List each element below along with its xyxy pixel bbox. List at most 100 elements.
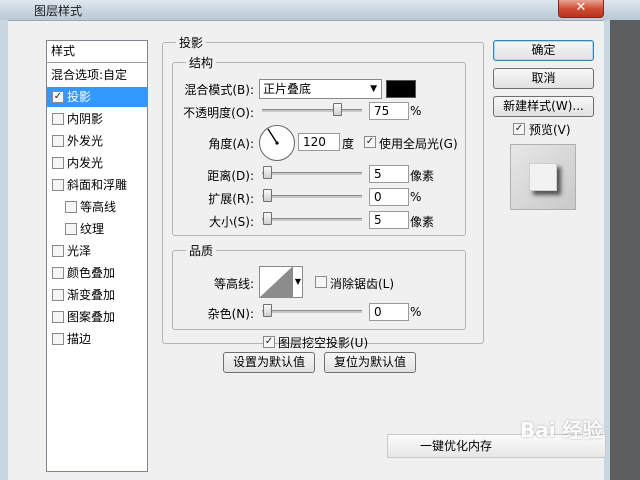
style-item-label: 描边	[67, 332, 92, 346]
opacity-unit: %	[410, 104, 422, 118]
style-item-label: 投影	[67, 90, 92, 104]
size-input[interactable]: 5	[369, 211, 409, 229]
style-checkbox-inner-shadow[interactable]	[52, 112, 64, 125]
style-checkbox-inner-glow[interactable]	[52, 156, 64, 169]
style-item-pattern-overlay[interactable]: 图案叠加	[47, 307, 147, 327]
style-item-label: 纹理	[80, 222, 105, 236]
angle-dial-icon	[267, 128, 279, 145]
distance-input[interactable]: 5	[369, 165, 409, 183]
style-checkbox-texture[interactable]	[65, 222, 77, 235]
style-item-label: 斜面和浮雕	[67, 178, 128, 192]
style-checkbox-satin[interactable]	[52, 244, 64, 257]
drop-shadow-title: 投影	[176, 34, 207, 51]
close-button[interactable]: ✕	[558, 0, 604, 18]
noise-unit: %	[410, 305, 422, 319]
style-checkbox-gradient-overlay[interactable]	[52, 288, 64, 301]
blend-mode-value: 正片叠底	[263, 82, 312, 96]
style-list-header: 样式	[47, 41, 147, 63]
distance-unit: 像素	[410, 169, 435, 183]
style-item-label: 外发光	[67, 134, 104, 148]
watermark-logo: Bai 经验	[520, 418, 603, 442]
global-light-checkbox[interactable]	[364, 136, 376, 148]
spread-unit: %	[410, 190, 422, 204]
antialias-label: 消除锯齿(L)	[330, 277, 395, 291]
style-item-inner-shadow[interactable]: 内阴影	[47, 109, 147, 129]
size-unit: 像素	[410, 215, 435, 229]
style-item-gradient-overlay[interactable]: 渐变叠加	[47, 285, 147, 305]
contour-label: 等高线:	[213, 277, 254, 291]
style-item-label: 内阴影	[67, 112, 104, 126]
global-light-label: 使用全局光(G)	[379, 137, 458, 151]
window-title: 图层样式	[34, 4, 83, 18]
style-item-outer-glow[interactable]: 外发光	[47, 131, 147, 151]
style-checkbox-pattern-overlay[interactable]	[52, 310, 64, 323]
style-item-drop-shadow[interactable]: 投影	[47, 87, 147, 107]
noise-slider-handle[interactable]	[263, 304, 272, 317]
angle-dial[interactable]	[259, 125, 295, 161]
style-item-color-overlay[interactable]: 颜色叠加	[47, 263, 147, 283]
preview-checkbox[interactable]	[513, 123, 525, 135]
reset-default-button[interactable]: 复位为默认值	[324, 352, 416, 373]
style-item-contour[interactable]: 等高线	[47, 197, 147, 217]
blend-mode-select[interactable]: 正片叠底 ▼	[259, 79, 382, 99]
opacity-label: 不透明度(O):	[183, 106, 254, 120]
style-item-inner-glow[interactable]: 内发光	[47, 153, 147, 173]
style-checkbox-drop-shadow[interactable]	[52, 90, 64, 103]
structure-title: 结构	[186, 54, 217, 71]
contour-picker[interactable]: ▼	[259, 266, 303, 298]
style-item-blending-options[interactable]: 混合选项:自定	[47, 65, 147, 85]
style-preview	[510, 144, 576, 210]
noise-label: 杂色(N):	[207, 307, 254, 321]
spread-slider-handle[interactable]	[263, 189, 272, 202]
style-list: 样式 混合选项:自定 投影 内阴影 外发光 内发光 斜面和浮雕 等高线 纹理 光…	[46, 40, 148, 472]
distance-label: 距离(D):	[207, 169, 254, 183]
style-checkbox-outer-glow[interactable]	[52, 134, 64, 147]
new-style-button[interactable]: 新建样式(W)...	[493, 96, 594, 117]
contour-curve-icon	[260, 267, 292, 297]
style-item-label: 内发光	[67, 156, 104, 170]
distance-slider-track[interactable]	[262, 172, 362, 175]
blend-mode-label: 混合模式(B):	[184, 83, 254, 97]
opacity-input[interactable]: 75	[369, 102, 409, 120]
opacity-slider-track[interactable]	[262, 109, 362, 112]
style-checkbox-color-overlay[interactable]	[52, 266, 64, 279]
angle-unit: 度	[342, 137, 355, 151]
title-bar: 图层样式 ✕	[0, 0, 640, 21]
style-item-satin[interactable]: 光泽	[47, 241, 147, 261]
style-item-label: 等高线	[80, 200, 117, 214]
style-item-label: 渐变叠加	[67, 288, 116, 302]
spread-slider-track[interactable]	[262, 195, 362, 198]
distance-slider-handle[interactable]	[263, 166, 272, 179]
opacity-slider-handle[interactable]	[333, 103, 342, 116]
noise-slider-track[interactable]	[262, 310, 362, 313]
preview-label: 预览(V)	[529, 123, 571, 137]
style-checkbox-stroke[interactable]	[52, 332, 64, 345]
quality-title: 品质	[186, 242, 217, 259]
style-checkbox-bevel-emboss[interactable]	[52, 178, 64, 191]
style-checkbox-contour[interactable]	[65, 200, 77, 213]
style-item-bevel-emboss[interactable]: 斜面和浮雕	[47, 175, 147, 195]
window-frame-left	[0, 20, 8, 480]
knockout-label: 图层挖空投影(U)	[278, 336, 369, 350]
style-item-texture[interactable]: 纹理	[47, 219, 147, 239]
size-slider-track[interactable]	[262, 218, 362, 221]
window-frame-right	[604, 20, 640, 480]
cancel-button[interactable]: 取消	[493, 68, 594, 89]
style-item-stroke[interactable]: 描边	[47, 329, 147, 349]
style-item-label: 图案叠加	[67, 310, 116, 324]
spread-input[interactable]: 0	[369, 188, 409, 206]
make-default-button[interactable]: 设置为默认值	[223, 352, 315, 373]
preview-swatch	[529, 163, 557, 191]
optimize-memory-label: 一键优化内存	[420, 439, 493, 453]
angle-input[interactable]: 120	[298, 133, 340, 151]
noise-input[interactable]: 0	[369, 303, 409, 321]
contour-dropdown-icon[interactable]: ▼	[292, 267, 303, 297]
style-item-label: 光泽	[67, 244, 92, 258]
shadow-color-swatch[interactable]	[386, 80, 416, 98]
ok-button[interactable]: 确定	[493, 40, 594, 61]
size-slider-handle[interactable]	[263, 212, 272, 225]
chevron-down-icon: ▼	[370, 84, 377, 94]
style-item-label: 混合选项:自定	[51, 68, 128, 82]
knockout-checkbox[interactable]	[263, 336, 275, 348]
antialias-checkbox[interactable]	[315, 276, 327, 288]
